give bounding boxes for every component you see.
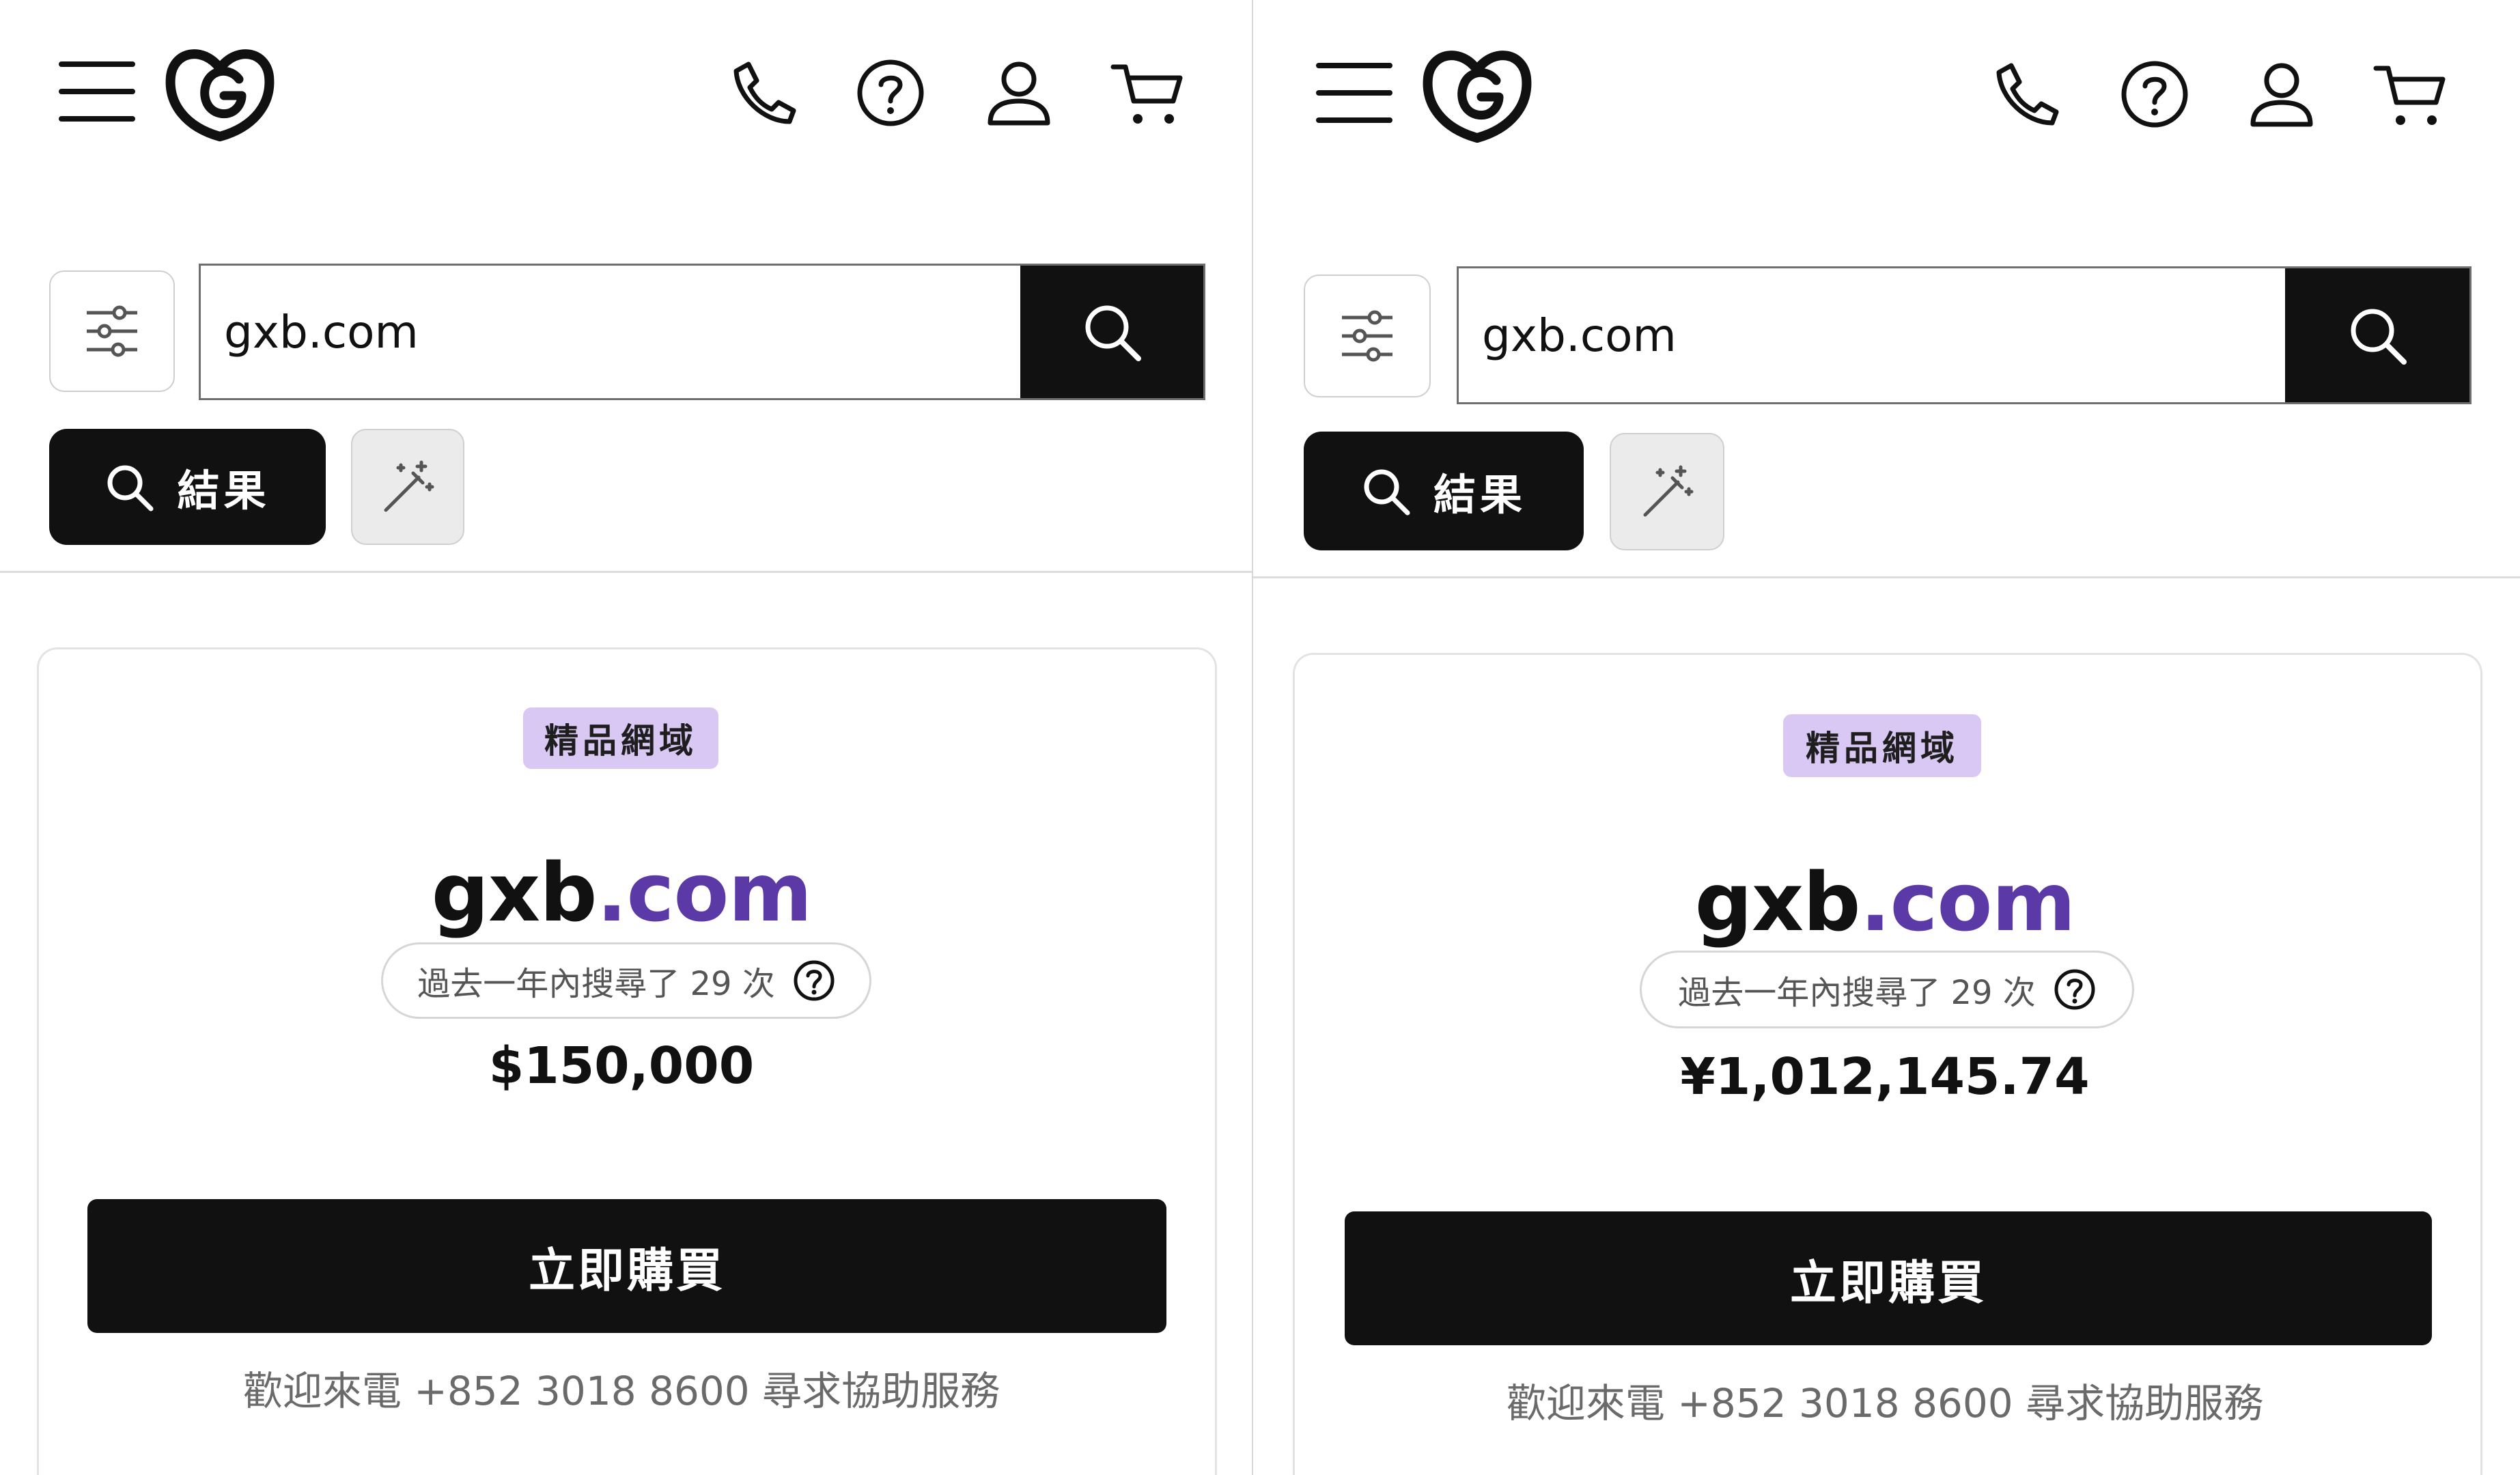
premium-domain-badge: 精品網域 — [1783, 714, 1981, 777]
phone-icon[interactable] — [729, 59, 798, 127]
filter-button[interactable] — [49, 270, 175, 392]
hamburger-menu-icon[interactable] — [1316, 61, 1392, 124]
domain-price: $150,000 — [488, 1037, 755, 1095]
results-tab-label: 結果 — [177, 466, 270, 516]
hamburger-menu-icon[interactable] — [59, 60, 135, 123]
search-button[interactable] — [2285, 268, 2469, 402]
domain-sld: gxb — [1694, 855, 1861, 949]
search-icon — [2347, 305, 2408, 366]
help-circle-icon[interactable] — [2054, 968, 2096, 1011]
sliders-icon — [84, 303, 140, 359]
domain-tld: .com — [1860, 855, 2076, 949]
domain-price: ¥1,012,145.74 — [1680, 1048, 2090, 1106]
magic-wand-icon — [1640, 464, 1694, 519]
search-icon — [1081, 301, 1143, 363]
cart-icon[interactable] — [2373, 63, 2447, 128]
cart-icon[interactable] — [1110, 61, 1184, 127]
search-count-text: 過去一年內搜尋了 29 次 — [417, 965, 775, 1003]
help-circle-icon[interactable] — [2120, 60, 2189, 128]
results-tab[interactable]: 結果 — [49, 429, 326, 545]
ai-suggestions-tab[interactable] — [351, 429, 464, 545]
results-tab[interactable]: 結果 — [1304, 432, 1584, 550]
user-icon[interactable] — [2248, 60, 2316, 128]
support-phone-text: 歡迎來電 +852 3018 8600 尋求協助服務 — [242, 1368, 1000, 1414]
results-tab-label: 結果 — [1433, 470, 1526, 520]
godaddy-logo[interactable] — [1420, 42, 1535, 145]
search-input[interactable] — [1459, 268, 2285, 402]
support-phone-text: 歡迎來電 +852 3018 8600 尋求協助服務 — [1506, 1380, 2264, 1427]
sliders-icon — [1339, 308, 1395, 364]
domain-name: gxb.com — [1294, 855, 2476, 951]
search-button[interactable] — [1020, 266, 1203, 398]
filter-button[interactable] — [1304, 275, 1431, 397]
search-count-pill: 過去一年內搜尋了 29 次 — [1640, 951, 2134, 1028]
search-count-pill: 過去一年內搜尋了 29 次 — [381, 942, 871, 1019]
header-divider — [1253, 576, 2520, 578]
godaddy-logo[interactable] — [163, 41, 277, 143]
header-divider — [0, 571, 1252, 573]
help-circle-icon[interactable] — [793, 959, 835, 1002]
search-bar — [1457, 266, 2472, 404]
buy-now-button[interactable]: 立即購買 — [1345, 1211, 2432, 1345]
domain-sld: gxb — [431, 845, 598, 940]
screen-panel-jpy: 結果 精品網域 gxb.com 過去一年內搜尋了 29 次 ¥1,012,145… — [1252, 0, 2520, 1475]
search-count-text: 過去一年內搜尋了 29 次 — [1678, 974, 2036, 1012]
buy-now-button[interactable]: 立即購買 — [87, 1199, 1166, 1333]
search-bar — [199, 264, 1205, 400]
ai-suggestions-tab[interactable] — [1610, 433, 1724, 550]
help-circle-icon[interactable] — [856, 59, 925, 127]
domain-name: gxb.com — [41, 845, 1202, 941]
search-icon — [104, 462, 154, 511]
domain-tld: .com — [596, 845, 813, 940]
premium-domain-badge: 精品網域 — [523, 707, 718, 769]
search-icon — [1361, 466, 1410, 516]
magic-wand-icon — [380, 460, 435, 514]
user-icon[interactable] — [985, 59, 1053, 127]
phone-icon[interactable] — [1992, 60, 2060, 128]
screen-panel-usd: 結果 精品網域 gxb.com 過去一年內搜尋了 29 次 $150,000 立… — [0, 0, 1252, 1475]
search-input[interactable] — [201, 266, 1020, 398]
